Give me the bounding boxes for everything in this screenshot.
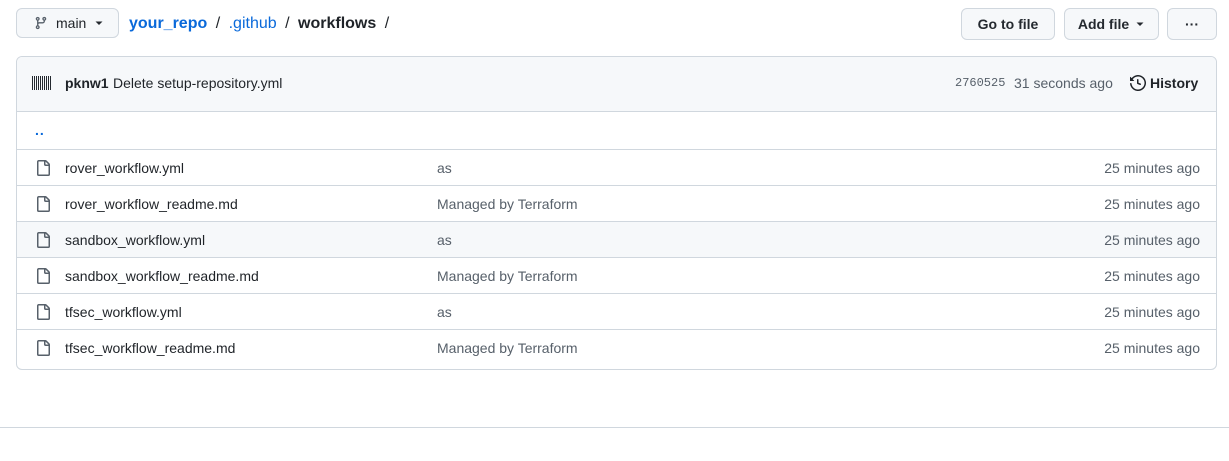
- triangle-down-icon: [1135, 19, 1145, 29]
- table-row[interactable]: sandbox_workflow_readme.md Managed by Te…: [17, 257, 1216, 293]
- file-name-link[interactable]: rover_workflow.yml: [65, 160, 184, 176]
- breadcrumb-current: workflows: [298, 15, 377, 32]
- file-name-link[interactable]: sandbox_workflow.yml: [65, 232, 205, 248]
- git-branch-icon: [34, 16, 48, 30]
- table-row[interactable]: sandbox_workflow.yml as 25 minutes ago: [17, 221, 1216, 257]
- breadcrumb-repo-link[interactable]: your_repo: [129, 15, 207, 32]
- table-row[interactable]: tfsec_workflow.yml as 25 minutes ago: [17, 293, 1216, 329]
- file-icon: [35, 160, 51, 176]
- breadcrumb: your_repo / .github / workflows /: [129, 14, 393, 34]
- file-commit-message-link[interactable]: Managed by Terraform: [437, 340, 578, 356]
- table-row[interactable]: rover_workflow_readme.md Managed by Terr…: [17, 185, 1216, 221]
- more-options-button[interactable]: ···: [1167, 8, 1217, 40]
- file-name-link[interactable]: tfsec_workflow.yml: [65, 304, 182, 320]
- file-browser: pknw1 Delete setup-repository.yml 276052…: [16, 56, 1217, 370]
- file-age: 25 minutes ago: [1104, 232, 1200, 248]
- breadcrumb-separator: /: [384, 15, 390, 32]
- file-commit-message-link[interactable]: Managed by Terraform: [437, 268, 578, 284]
- file-commit-message-link[interactable]: as: [437, 160, 452, 176]
- history-icon: [1130, 75, 1146, 91]
- add-file-label: Add file: [1077, 16, 1130, 32]
- file-age: 25 minutes ago: [1104, 196, 1200, 212]
- kebab-horizontal-icon: ···: [1185, 16, 1199, 32]
- table-row[interactable]: rover_workflow.yml as 25 minutes ago: [17, 149, 1216, 185]
- file-icon: [35, 304, 51, 320]
- breadcrumb-separator: /: [215, 15, 221, 32]
- parent-directory-row[interactable]: ..: [17, 112, 1216, 149]
- commit-author-link[interactable]: pknw1: [65, 75, 109, 91]
- go-to-file-label: Go to file: [977, 16, 1039, 32]
- file-age: 25 minutes ago: [1104, 304, 1200, 320]
- file-commit-message-link[interactable]: as: [437, 304, 452, 320]
- latest-commit-bar: pknw1 Delete setup-repository.yml 276052…: [17, 57, 1216, 112]
- branch-select-button[interactable]: main: [16, 8, 119, 38]
- commit-message-link[interactable]: Delete setup-repository.yml: [113, 75, 282, 91]
- file-name-link[interactable]: rover_workflow_readme.md: [65, 196, 238, 212]
- commit-sha-link[interactable]: 2760525: [955, 76, 1005, 90]
- file-age: 25 minutes ago: [1104, 340, 1200, 356]
- breadcrumb-separator: /: [285, 15, 290, 32]
- table-row[interactable]: tfsec_workflow_readme.md Managed by Terr…: [17, 329, 1216, 365]
- file-icon: [35, 232, 51, 248]
- parent-directory-link[interactable]: ..: [35, 122, 45, 138]
- file-name-link[interactable]: tfsec_workflow_readme.md: [65, 340, 235, 356]
- file-name-link[interactable]: sandbox_workflow_readme.md: [65, 268, 259, 284]
- file-age: 25 minutes ago: [1104, 268, 1200, 284]
- commit-time: 31 seconds ago: [1014, 75, 1113, 91]
- file-icon: [35, 196, 51, 212]
- go-to-file-button[interactable]: Go to file: [961, 8, 1055, 40]
- file-commit-message-link[interactable]: as: [437, 232, 452, 248]
- footer-divider: [0, 427, 1229, 428]
- file-icon: [35, 268, 51, 284]
- add-file-button[interactable]: Add file: [1064, 8, 1159, 40]
- file-age: 25 minutes ago: [1104, 160, 1200, 176]
- branch-name: main: [56, 15, 87, 31]
- avatar[interactable]: [32, 76, 52, 90]
- file-icon: [35, 340, 51, 356]
- history-link[interactable]: History: [1130, 75, 1198, 91]
- triangle-down-icon: [94, 18, 104, 28]
- top-bar: main your_repo / .github / workflows / G…: [16, 8, 1217, 40]
- history-label: History: [1150, 75, 1199, 91]
- file-commit-message-link[interactable]: Managed by Terraform: [437, 196, 578, 212]
- breadcrumb-dir-link[interactable]: .github: [229, 15, 277, 32]
